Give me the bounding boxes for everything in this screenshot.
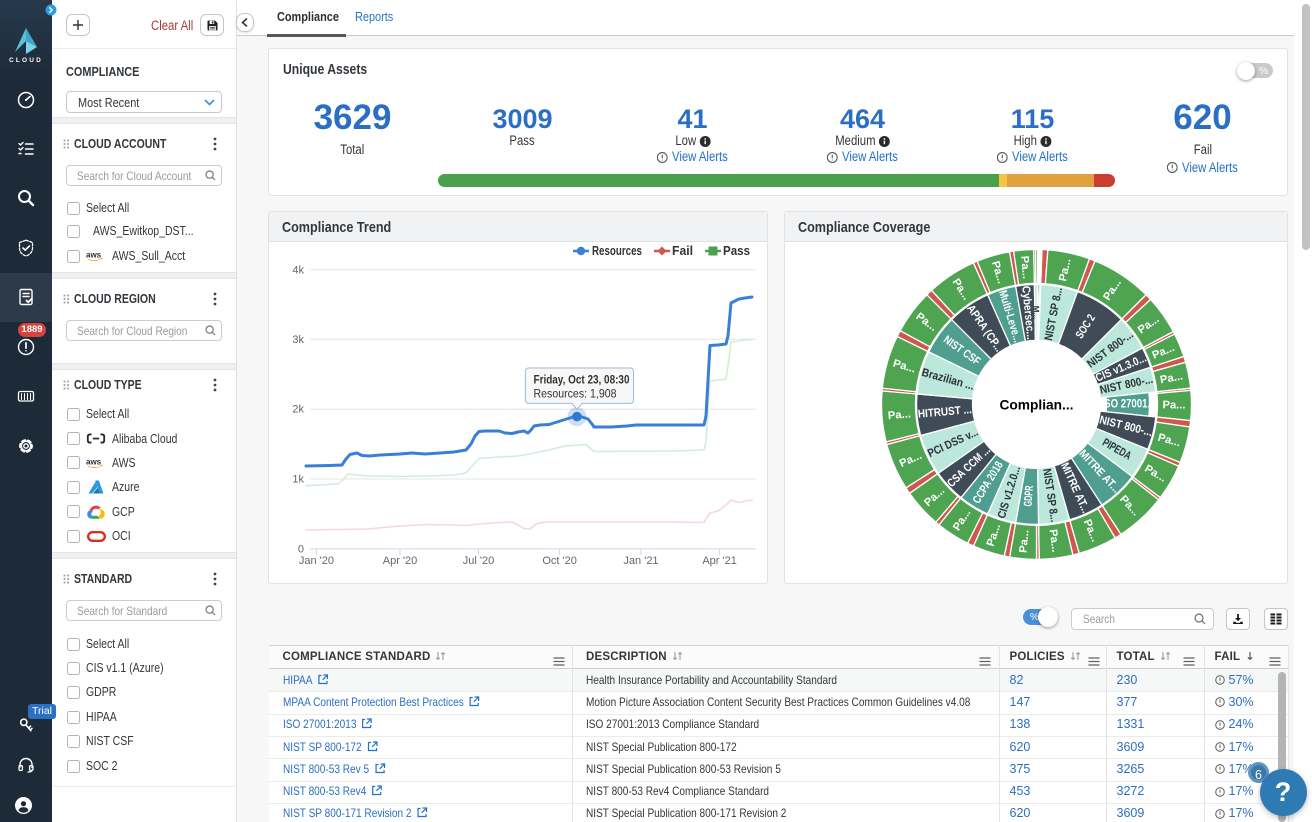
svg-text:Pass: Pass (723, 244, 750, 258)
svg-text:Friday, Oct 23, 08:30: Friday, Oct 23, 08:30 (534, 373, 630, 387)
svg-text:Apr '21: Apr '21 (702, 555, 737, 567)
svg-text:Pa...: Pa... (887, 408, 911, 422)
svg-text:Resources: 1,908: Resources: 1,908 (534, 387, 617, 401)
svg-text:Jul '20: Jul '20 (463, 555, 494, 567)
svg-text:2k: 2k (292, 404, 304, 416)
svg-text:Complian...: Complian... (1000, 397, 1074, 412)
svg-text:ISO 27001...: ISO 27001... (1102, 398, 1156, 410)
svg-text:M...: M... (1032, 306, 1041, 319)
svg-text:aws: aws (86, 251, 102, 260)
svg-text:0: 0 (298, 543, 304, 555)
svg-text:Resources: Resources (592, 244, 642, 258)
svg-text:GDPR: GDPR (1022, 485, 1036, 507)
svg-text:3k: 3k (292, 334, 304, 346)
svg-text:Pa...: Pa... (1018, 255, 1032, 279)
svg-text:Oct '20: Oct '20 (542, 555, 577, 567)
svg-text:Pa...: Pa... (1162, 399, 1185, 411)
svg-text:Jan '20: Jan '20 (299, 555, 334, 567)
svg-text:aws: aws (86, 457, 102, 466)
svg-text:Jan '21: Jan '21 (623, 555, 658, 567)
svg-text:Fail: Fail (672, 244, 693, 258)
svg-text:Pa...: Pa... (1018, 529, 1032, 553)
svg-text:1k: 1k (292, 474, 304, 486)
svg-text:4k: 4k (292, 264, 304, 276)
svg-text:Apr '20: Apr '20 (383, 555, 418, 567)
